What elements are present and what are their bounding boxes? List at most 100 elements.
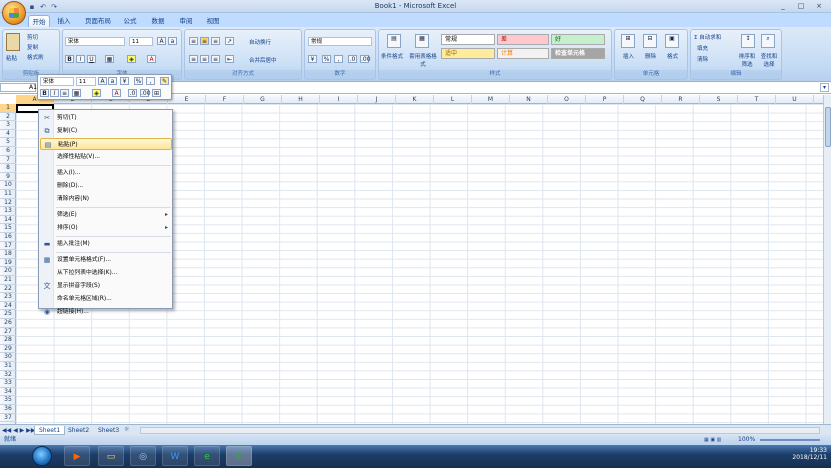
row-header[interactable]: 15 bbox=[0, 224, 16, 233]
conditional-format-button[interactable]: 条件格式 bbox=[381, 52, 403, 60]
mini-italic-icon[interactable]: I bbox=[50, 89, 59, 97]
view-buttons-icon[interactable]: ▦ ▣ ▥ bbox=[704, 436, 734, 444]
row-header[interactable]: 25 bbox=[0, 310, 16, 319]
row-header[interactable]: 7 bbox=[0, 156, 16, 165]
border-icon[interactable]: ▦ bbox=[105, 55, 114, 63]
align-right-icon[interactable]: ≡ bbox=[211, 55, 220, 63]
mini-align-center-icon[interactable]: ≡ bbox=[60, 89, 69, 97]
indent-icon[interactable]: ⇤ bbox=[225, 55, 234, 63]
menu-item[interactable]: ▤ 粘贴(P) bbox=[40, 138, 172, 150]
align-middle-icon[interactable]: ≡ bbox=[200, 37, 209, 45]
mini-bold-icon[interactable]: B bbox=[40, 89, 49, 97]
paste-button[interactable]: 粘贴 bbox=[6, 54, 17, 62]
excel-taskbar-icon[interactable]: X bbox=[226, 446, 252, 466]
mini-font-combo[interactable]: 宋体 bbox=[40, 77, 74, 86]
row-header[interactable]: 32 bbox=[0, 371, 16, 380]
column-header[interactable]: J bbox=[358, 95, 396, 104]
column-header[interactable]: H bbox=[282, 95, 320, 104]
column-header[interactable]: O bbox=[548, 95, 586, 104]
clear-button[interactable]: 清除 bbox=[697, 55, 708, 63]
tab-data[interactable]: 数据 bbox=[148, 15, 168, 27]
comma-icon[interactable]: , bbox=[334, 55, 343, 63]
column-header[interactable]: F bbox=[206, 95, 244, 104]
italic-icon[interactable]: I bbox=[76, 55, 85, 63]
menu-item[interactable]: 清除内容(N) bbox=[40, 193, 172, 205]
mini-fill-color-icon[interactable]: ◈ bbox=[92, 89, 101, 97]
row-header[interactable]: 26 bbox=[0, 319, 16, 328]
menu-item[interactable]: 选择性粘贴(V)... bbox=[40, 151, 172, 163]
number-format-combo[interactable]: 常规 bbox=[308, 37, 372, 46]
mini-currency-icon[interactable]: ¥ bbox=[120, 77, 129, 85]
style-neutral[interactable]: 适中 bbox=[441, 48, 495, 59]
row-header[interactable]: 34 bbox=[0, 388, 16, 397]
row-header[interactable]: 23 bbox=[0, 293, 16, 302]
row-header[interactable]: 22 bbox=[0, 285, 16, 294]
font-name-combo[interactable]: 宋体 bbox=[65, 37, 125, 46]
grow-font-icon[interactable]: A bbox=[157, 37, 166, 45]
row-header[interactable]: 30 bbox=[0, 353, 16, 362]
sort-filter-icon[interactable]: ↕ bbox=[741, 34, 755, 48]
copy-button[interactable]: 复制 bbox=[27, 43, 38, 51]
scroll-thumb[interactable] bbox=[825, 107, 831, 147]
column-header[interactable]: P bbox=[586, 95, 624, 104]
percent-icon[interactable]: % bbox=[322, 55, 331, 63]
row-header[interactable]: 16 bbox=[0, 233, 16, 242]
insert-sheet-icon[interactable]: ☼ bbox=[124, 426, 129, 433]
media-player-icon[interactable]: ▶ bbox=[64, 446, 90, 466]
mini-shrink-font-icon[interactable]: a bbox=[108, 77, 117, 85]
shrink-font-icon[interactable]: a bbox=[168, 37, 177, 45]
column-header[interactable]: R bbox=[662, 95, 700, 104]
clock-date[interactable]: 2018/12/11 bbox=[792, 454, 827, 461]
sheet-tab-1[interactable]: Sheet1 bbox=[34, 426, 66, 435]
row-header[interactable]: 13 bbox=[0, 207, 16, 216]
menu-item[interactable]: ⧉ 复制(C) bbox=[40, 125, 172, 137]
clock-time[interactable]: 19:33 bbox=[792, 447, 827, 454]
mini-font-color-icon[interactable]: A bbox=[112, 89, 121, 97]
menu-item[interactable]: ✂ 剪切(T) bbox=[40, 112, 172, 124]
column-header[interactable]: N bbox=[510, 95, 548, 104]
fill-color-icon[interactable]: ◈ bbox=[127, 55, 136, 63]
style-calculation[interactable]: 计算 bbox=[497, 48, 549, 59]
maximize-button[interactable]: □ bbox=[793, 1, 809, 11]
menu-item[interactable]: 从下拉列表中选择(K)... bbox=[40, 267, 172, 279]
format-cells-button[interactable]: 格式 bbox=[667, 52, 678, 60]
row-header[interactable]: 27 bbox=[0, 328, 16, 337]
format-painter-button[interactable]: 格式刷 bbox=[27, 53, 44, 61]
name-box[interactable]: A1 bbox=[0, 83, 37, 92]
mini-comma-icon[interactable]: , bbox=[146, 77, 155, 85]
tab-review[interactable]: 审阅 bbox=[176, 15, 196, 27]
sheet-nav-icon[interactable]: ◀◀ ◀ ▶ ▶▶ bbox=[2, 427, 35, 434]
mini-format-painter-icon[interactable]: ✎ bbox=[160, 77, 169, 85]
delete-cells-icon[interactable]: ⊟ bbox=[643, 34, 657, 48]
cut-button[interactable]: 剪切 bbox=[27, 33, 38, 41]
row-header[interactable]: 4 bbox=[0, 130, 16, 139]
row-header[interactable]: 6 bbox=[0, 147, 16, 156]
mini-percent-icon[interactable]: % bbox=[134, 77, 143, 85]
office-button[interactable] bbox=[2, 1, 26, 25]
find-select-button[interactable]: 查找和选择 bbox=[759, 52, 779, 68]
column-header[interactable]: U bbox=[776, 95, 814, 104]
format-table-button[interactable]: 套用表格格式 bbox=[409, 52, 437, 68]
zoom-level[interactable]: 100% bbox=[738, 435, 755, 445]
column-header[interactable]: I bbox=[320, 95, 358, 104]
paste-icon[interactable] bbox=[6, 33, 20, 51]
font-size-combo[interactable]: 11 bbox=[129, 37, 153, 46]
row-header[interactable]: 19 bbox=[0, 259, 16, 268]
style-check-cell[interactable]: 检查单元格 bbox=[551, 48, 605, 59]
format-table-icon[interactable]: ▦ bbox=[415, 34, 429, 48]
zoom-slider[interactable] bbox=[760, 439, 820, 441]
mini-decrease-decimal-icon[interactable]: .00 bbox=[140, 89, 151, 97]
vertical-scrollbar[interactable] bbox=[823, 95, 831, 424]
minimize-button[interactable]: _ bbox=[775, 1, 791, 11]
tab-home[interactable]: 开始 bbox=[28, 15, 50, 27]
menu-item[interactable]: ▬ 插入批注(M) bbox=[40, 238, 172, 250]
column-header[interactable]: M bbox=[472, 95, 510, 104]
row-header[interactable]: 35 bbox=[0, 396, 16, 405]
bold-icon[interactable]: B bbox=[65, 55, 74, 63]
orientation-icon[interactable]: ↗ bbox=[225, 37, 234, 45]
tab-page-layout[interactable]: 页面布局 bbox=[80, 15, 116, 27]
row-header[interactable]: 21 bbox=[0, 276, 16, 285]
mini-grow-font-icon[interactable]: A bbox=[98, 77, 107, 85]
menu-item[interactable]: ▦ 设置单元格格式(F)... bbox=[40, 254, 172, 266]
row-header[interactable]: 10 bbox=[0, 181, 16, 190]
